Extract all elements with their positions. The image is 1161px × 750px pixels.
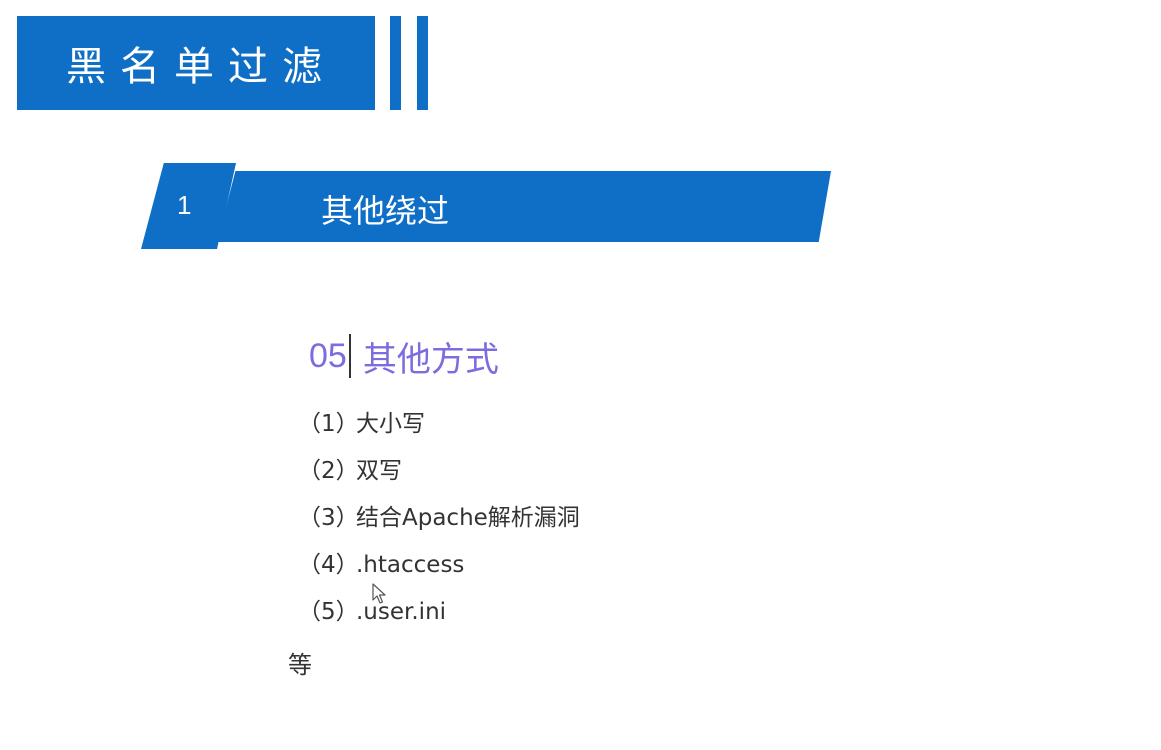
list-item: （3）结合Apache解析漏洞 (298, 499, 580, 546)
section-title: 其他绕过 (321, 192, 450, 230)
list-item-marker: （1） (298, 411, 359, 437)
list-item-text: 双写 (356, 458, 402, 484)
subheading-number: 05 (309, 336, 347, 375)
etcetera-text: 等 (288, 651, 312, 679)
subheading: 05 其他方式 (309, 334, 499, 380)
list-item: （2）双写 (298, 452, 580, 499)
list-item: （1）大小写 (298, 405, 580, 452)
text-caret (348, 334, 351, 378)
list-item-marker: （2） (298, 458, 359, 484)
list-item-text: 结合Apache解析漏洞 (356, 505, 580, 531)
mouse-pointer-icon (372, 583, 386, 604)
list-item-marker: （4） (298, 552, 359, 578)
title-decoration-bar (390, 16, 401, 110)
subheading-text: 其他方式 (362, 339, 499, 380)
title-decoration-bar (417, 16, 428, 110)
list-item-text: .user.ini (356, 599, 447, 625)
list-item: （4）.htaccess (298, 546, 580, 593)
list-item-marker: （3） (298, 505, 359, 531)
section-number: 1 (177, 190, 192, 220)
slide: 黑名单过滤 1 其他绕过 05 其他方式 （1）大小写 （2）双写 （3）结合A… (0, 0, 1161, 750)
list-item-marker: （5） (298, 599, 359, 625)
list-item-text: .htaccess (356, 552, 465, 578)
list-item-text: 大小写 (356, 411, 425, 437)
section-header-bar (217, 171, 831, 242)
slide-title: 黑名单过滤 (17, 16, 375, 110)
method-list: （1）大小写 （2）双写 （3）结合Apache解析漏洞 （4）.htacces… (298, 405, 580, 640)
list-item: （5）.user.ini (298, 593, 580, 640)
